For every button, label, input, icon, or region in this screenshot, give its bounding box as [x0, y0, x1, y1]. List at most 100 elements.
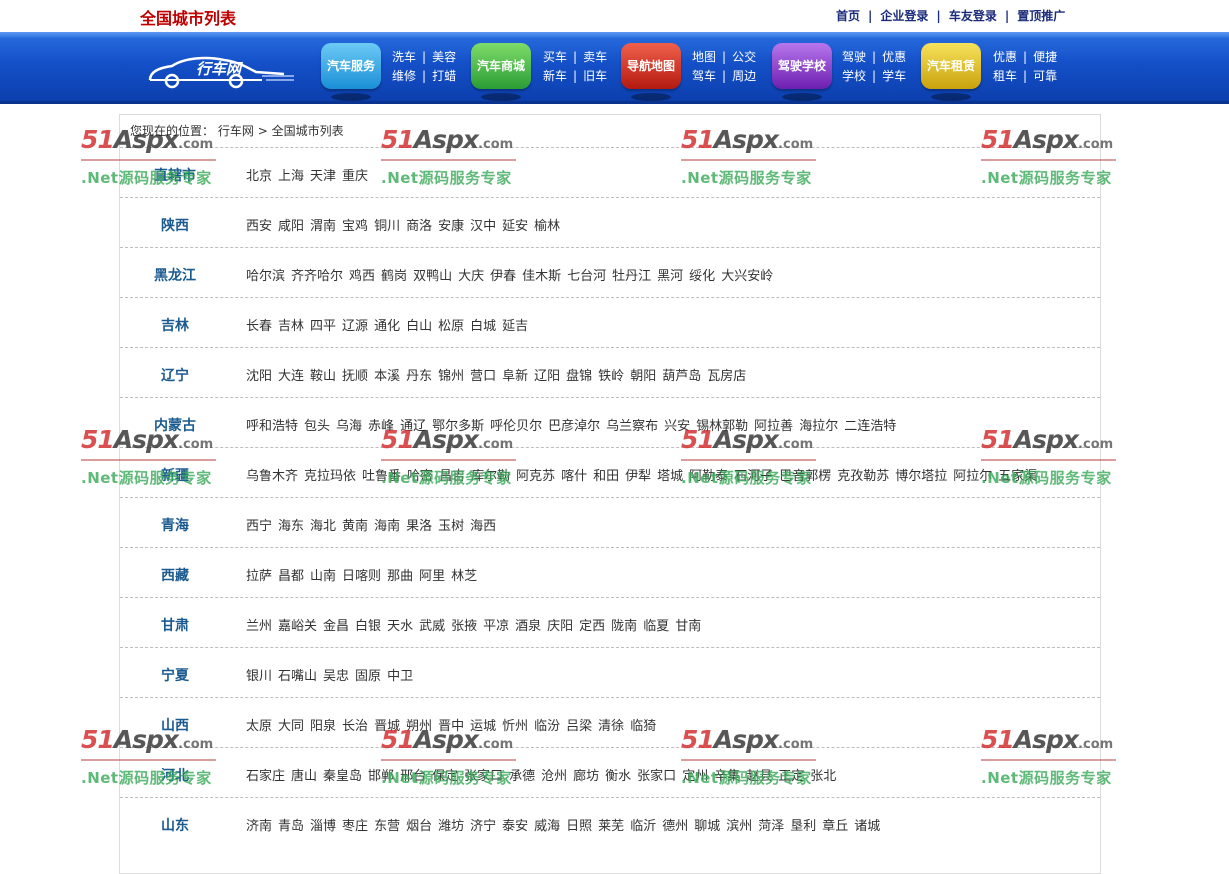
city-link[interactable]: 鸡西 [349, 269, 375, 284]
city-link[interactable]: 海东 [278, 519, 304, 534]
city-link[interactable]: 重庆 [342, 169, 368, 184]
city-link[interactable]: 金昌 [323, 619, 349, 634]
city-link[interactable]: 秦皇岛 [323, 769, 362, 784]
city-link[interactable]: 伊犁 [625, 469, 651, 484]
city-link[interactable]: 通化 [374, 319, 400, 334]
city-link[interactable]: 唐山 [291, 769, 317, 784]
city-link[interactable]: 沈阳 [246, 369, 272, 384]
city-link[interactable]: 乌兰察布 [606, 419, 658, 434]
city-link[interactable]: 黄南 [342, 519, 368, 534]
city-link[interactable]: 海北 [310, 519, 336, 534]
sublink-new[interactable]: 新车 [543, 69, 567, 83]
city-link[interactable]: 大连 [278, 369, 304, 384]
city-link[interactable]: 德州 [662, 819, 688, 834]
city-link[interactable]: 兴安 [664, 419, 690, 434]
city-link[interactable]: 张北 [810, 769, 836, 784]
city-link[interactable]: 青岛 [278, 819, 304, 834]
city-link[interactable]: 邢台 [400, 769, 426, 784]
city-link[interactable]: 北京 [246, 169, 272, 184]
city-link[interactable]: 巴彦淖尔 [548, 419, 600, 434]
city-link[interactable]: 阿拉尔 [953, 469, 992, 484]
city-link[interactable]: 兰州 [246, 619, 272, 634]
city-link[interactable]: 张掖 [451, 619, 477, 634]
city-link[interactable]: 本溪 [374, 369, 400, 384]
city-link[interactable]: 临猗 [630, 719, 656, 734]
city-link[interactable]: 咸阳 [278, 219, 304, 234]
city-link[interactable]: 长治 [342, 719, 368, 734]
top-promotion-link[interactable]: 置顶推广 [1017, 9, 1065, 23]
city-link[interactable]: 石家庄 [246, 769, 285, 784]
city-link[interactable]: 东营 [374, 819, 400, 834]
city-link[interactable]: 鞍山 [310, 369, 336, 384]
nav-button-car-rental[interactable]: 汽车租赁 [921, 43, 981, 101]
city-link[interactable]: 渭南 [310, 219, 336, 234]
city-link[interactable]: 赵县 [746, 769, 772, 784]
city-link[interactable]: 营口 [470, 369, 496, 384]
nav-button-driving-school[interactable]: 驾驶学校 [772, 43, 832, 101]
home-link[interactable]: 首页 [836, 9, 860, 23]
city-link[interactable]: 银川 [246, 669, 272, 684]
city-link[interactable]: 二连浩特 [844, 419, 896, 434]
city-link[interactable]: 拉萨 [246, 569, 272, 584]
city-link[interactable]: 定州 [682, 769, 708, 784]
city-link[interactable]: 海拉尔 [799, 419, 838, 434]
city-link[interactable]: 临沂 [630, 819, 656, 834]
city-link[interactable]: 固原 [355, 669, 381, 684]
city-link[interactable]: 锦州 [438, 369, 464, 384]
city-link[interactable]: 赤峰 [368, 419, 394, 434]
city-link[interactable]: 济宁 [470, 819, 496, 834]
sublink-reliable[interactable]: 可靠 [1033, 69, 1057, 83]
sublink-beauty[interactable]: 美容 [432, 50, 456, 64]
city-link[interactable]: 张家口 [464, 769, 503, 784]
city-link[interactable]: 果洛 [406, 519, 432, 534]
city-link[interactable]: 延安 [502, 219, 528, 234]
city-link[interactable]: 甘南 [675, 619, 701, 634]
city-link[interactable]: 辛集 [714, 769, 740, 784]
sublink-drive[interactable]: 驾车 [692, 69, 716, 83]
city-link[interactable]: 昌吉 [439, 469, 465, 484]
city-link[interactable]: 张家口 [637, 769, 676, 784]
city-link[interactable]: 松原 [438, 319, 464, 334]
city-link[interactable]: 阿里 [419, 569, 445, 584]
city-link[interactable]: 丹东 [406, 369, 432, 384]
sublink-school[interactable]: 学校 [842, 69, 866, 83]
city-link[interactable]: 佳木斯 [522, 269, 561, 284]
city-link[interactable]: 酒泉 [515, 619, 541, 634]
city-link[interactable]: 白山 [406, 319, 432, 334]
city-link[interactable]: 晋中 [438, 719, 464, 734]
city-link[interactable]: 中卫 [387, 669, 413, 684]
city-link[interactable]: 铜川 [374, 219, 400, 234]
city-link[interactable]: 保定 [432, 769, 458, 784]
sublink-convenient[interactable]: 便捷 [1033, 50, 1057, 64]
city-link[interactable]: 通辽 [400, 419, 426, 434]
sublink-wash[interactable]: 洗车 [392, 50, 416, 64]
city-link[interactable]: 正定 [778, 769, 804, 784]
sublink-driving[interactable]: 驾驶 [842, 50, 866, 64]
city-link[interactable]: 朝阳 [630, 369, 656, 384]
sublink-discount[interactable]: 优惠 [882, 50, 906, 64]
city-link[interactable]: 延吉 [502, 319, 528, 334]
city-link[interactable]: 陇南 [611, 619, 637, 634]
city-link[interactable]: 葫芦岛 [662, 369, 701, 384]
city-link[interactable]: 白银 [355, 619, 381, 634]
city-link[interactable]: 喀什 [561, 469, 587, 484]
city-link[interactable]: 平凉 [483, 619, 509, 634]
nav-button-nav-map[interactable]: 导航地图 [621, 43, 681, 101]
city-link[interactable]: 巴音郭楞 [779, 469, 831, 484]
city-link[interactable]: 哈尔滨 [246, 269, 285, 284]
city-link[interactable]: 吕梁 [566, 719, 592, 734]
city-link[interactable]: 齐齐哈尔 [291, 269, 343, 284]
city-link[interactable]: 阿勒泰 [689, 469, 728, 484]
city-link[interactable]: 乌海 [336, 419, 362, 434]
city-link[interactable]: 晋城 [374, 719, 400, 734]
sublink-sell[interactable]: 卖车 [583, 50, 607, 64]
sublink-map[interactable]: 地图 [692, 50, 716, 64]
city-link[interactable]: 榆林 [534, 219, 560, 234]
city-link[interactable]: 五家渠 [998, 469, 1037, 484]
city-link[interactable]: 海西 [470, 519, 496, 534]
nav-button-car-mall[interactable]: 汽车商城 [471, 43, 531, 101]
city-link[interactable]: 辽源 [342, 319, 368, 334]
city-link[interactable]: 莱芜 [598, 819, 624, 834]
sublink-offer[interactable]: 优惠 [993, 50, 1017, 64]
city-link[interactable]: 临夏 [643, 619, 669, 634]
